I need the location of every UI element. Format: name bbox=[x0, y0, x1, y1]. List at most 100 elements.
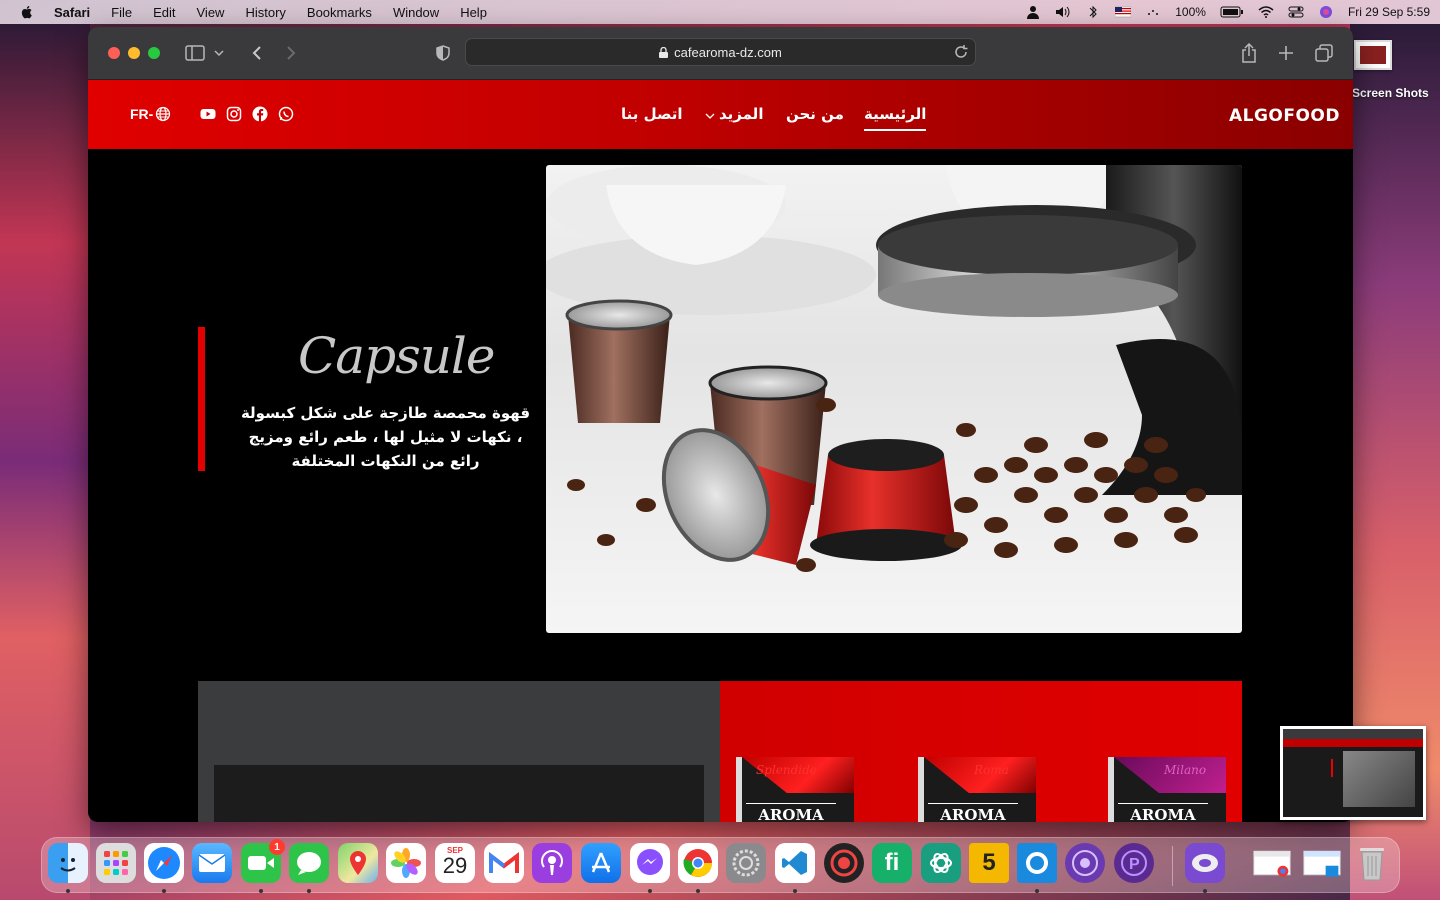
chevron-down-icon[interactable] bbox=[212, 43, 226, 63]
photos-icon[interactable] bbox=[386, 843, 426, 883]
product-name: Milano bbox=[1164, 763, 1207, 777]
maps-icon[interactable] bbox=[338, 843, 378, 883]
calendar-day: 29 bbox=[442, 852, 468, 878]
featured-dark-panel bbox=[198, 681, 720, 822]
menu-window[interactable]: Window bbox=[393, 5, 439, 20]
nav-contact[interactable]: اتصل بنا bbox=[621, 105, 683, 123]
product-brand: AROMA bbox=[746, 803, 836, 822]
screenshot-preview-thumbnail[interactable] bbox=[1280, 726, 1426, 820]
url-text: cafearoma-dz.com bbox=[674, 44, 782, 60]
control-center-icon[interactable] bbox=[1288, 5, 1304, 19]
desktop-folder-screen-shots[interactable]: Screen Shots bbox=[1352, 40, 1440, 110]
minimized-window-icon[interactable] bbox=[1252, 843, 1292, 883]
product-brand: AROMA bbox=[928, 803, 1018, 822]
menu-history[interactable]: History bbox=[245, 5, 285, 20]
new-tab-plus-icon[interactable] bbox=[1275, 43, 1297, 63]
sidebar-toggle-icon[interactable] bbox=[184, 43, 206, 63]
facetime-icon[interactable]: 1 bbox=[241, 839, 285, 883]
battery-percent: 100% bbox=[1175, 5, 1206, 19]
hero-description: قهوة محمصة طازجة على شكل كبسولة ، نكهات … bbox=[240, 404, 531, 470]
apple-menu-icon[interactable] bbox=[20, 5, 34, 19]
siri-icon[interactable] bbox=[1318, 5, 1334, 19]
menu-view[interactable]: View bbox=[197, 5, 225, 20]
battery-icon[interactable] bbox=[1220, 5, 1244, 19]
whatsapp-icon[interactable] bbox=[278, 106, 294, 122]
html5-icon[interactable]: 5 bbox=[969, 843, 1009, 883]
chrome-icon[interactable] bbox=[678, 843, 718, 883]
product-box-roma[interactable]: Roma AROMA bbox=[918, 757, 1036, 822]
nav-more-chevron-icon[interactable] bbox=[705, 112, 715, 120]
back-arrow-icon[interactable] bbox=[246, 43, 268, 63]
product-box-milano[interactable]: Milano AROMA bbox=[1108, 757, 1226, 822]
share-icon[interactable] bbox=[1238, 43, 1260, 63]
trash-icon[interactable] bbox=[1352, 843, 1392, 883]
minimized-window-2-icon[interactable] bbox=[1302, 843, 1342, 883]
hero-title: Capsule bbox=[298, 327, 496, 385]
reload-icon[interactable] bbox=[953, 44, 969, 60]
site-logo[interactable]: ALGOFOOD bbox=[1229, 106, 1340, 126]
hero-coffee-capsules-image bbox=[546, 165, 1242, 633]
screenshot-thumbnail-icon bbox=[1354, 40, 1392, 70]
nav-home[interactable]: الرئيسية bbox=[864, 105, 927, 131]
vscode-icon[interactable] bbox=[775, 843, 815, 883]
podcasts-icon[interactable] bbox=[532, 843, 572, 883]
ring-app-icon[interactable] bbox=[1017, 843, 1057, 883]
wifi-icon[interactable] bbox=[1258, 5, 1274, 19]
product-box-splendide[interactable]: Splendide AROMA bbox=[736, 757, 854, 822]
nav-more[interactable]: المزيد bbox=[719, 105, 763, 123]
mail-icon[interactable] bbox=[192, 843, 232, 883]
podcast-player-icon[interactable] bbox=[1065, 843, 1105, 883]
privacy-shield-icon[interactable] bbox=[432, 43, 454, 63]
dock: 1 SEP 29 fi 5 P bbox=[41, 837, 1400, 893]
language-label: FR- bbox=[130, 106, 154, 122]
site-header: ALGOFOOD الرئيسية من نحن المزيد اتصل بنا… bbox=[88, 80, 1353, 149]
zoom-window-button[interactable] bbox=[148, 47, 160, 59]
globe-icon bbox=[156, 106, 171, 122]
p-app-icon[interactable]: P bbox=[1114, 843, 1154, 883]
messenger-icon[interactable] bbox=[630, 843, 670, 883]
lock-icon bbox=[659, 46, 669, 58]
product-name: Splendide bbox=[756, 763, 817, 777]
dock-separator bbox=[1172, 846, 1173, 886]
tab-overview-icon[interactable] bbox=[1313, 43, 1335, 63]
forward-arrow-icon[interactable] bbox=[280, 43, 302, 63]
menu-file[interactable]: File bbox=[111, 5, 132, 20]
system-settings-icon[interactable] bbox=[726, 843, 766, 883]
recorder-icon[interactable] bbox=[824, 843, 864, 883]
app-store-icon[interactable] bbox=[581, 843, 621, 883]
menu-app-name[interactable]: Safari bbox=[54, 5, 90, 20]
bluetooth-icon[interactable] bbox=[1085, 5, 1101, 19]
safari-icon[interactable] bbox=[144, 843, 184, 883]
menu-datetime[interactable]: Fri 29 Sep 5:59 bbox=[1348, 5, 1430, 19]
instagram-icon[interactable] bbox=[226, 106, 242, 122]
menu-edit[interactable]: Edit bbox=[153, 5, 175, 20]
youtube-icon[interactable] bbox=[200, 106, 216, 122]
calendar-icon[interactable]: SEP 29 bbox=[435, 843, 475, 883]
fiverr-icon[interactable]: fi bbox=[872, 843, 912, 883]
language-switcher[interactable]: FR- bbox=[130, 106, 171, 122]
finder-icon[interactable] bbox=[48, 843, 88, 883]
gmail-icon[interactable] bbox=[484, 843, 524, 883]
minimize-window-button[interactable] bbox=[128, 47, 140, 59]
facebook-icon[interactable] bbox=[252, 106, 268, 122]
activity-icon[interactable] bbox=[1145, 5, 1161, 19]
menu-help[interactable]: Help bbox=[460, 5, 487, 20]
volume-icon[interactable] bbox=[1055, 5, 1071, 19]
featured-dark-inner bbox=[214, 765, 704, 822]
user-icon[interactable] bbox=[1025, 5, 1041, 19]
products-red-panel: Splendide AROMA Roma AROMA Milano AROMA bbox=[720, 681, 1242, 822]
disk-utility-icon[interactable] bbox=[1185, 843, 1225, 883]
svg-text:P: P bbox=[1129, 856, 1140, 873]
wallpaper-left bbox=[0, 24, 90, 900]
launchpad-icon[interactable] bbox=[96, 843, 136, 883]
messages-icon[interactable] bbox=[289, 843, 329, 883]
chatgpt-icon[interactable] bbox=[921, 843, 961, 883]
address-bar[interactable]: cafearoma-dz.com bbox=[465, 38, 976, 66]
us-flag-icon[interactable] bbox=[1115, 5, 1132, 19]
desktop-item-label: Screen Shots bbox=[1352, 86, 1429, 100]
close-window-button[interactable] bbox=[108, 47, 120, 59]
menu-bookmarks[interactable]: Bookmarks bbox=[307, 5, 372, 20]
nav-about[interactable]: من نحن bbox=[786, 105, 844, 123]
facetime-badge: 1 bbox=[269, 839, 285, 855]
browser-toolbar: cafearoma-dz.com bbox=[88, 27, 1353, 80]
